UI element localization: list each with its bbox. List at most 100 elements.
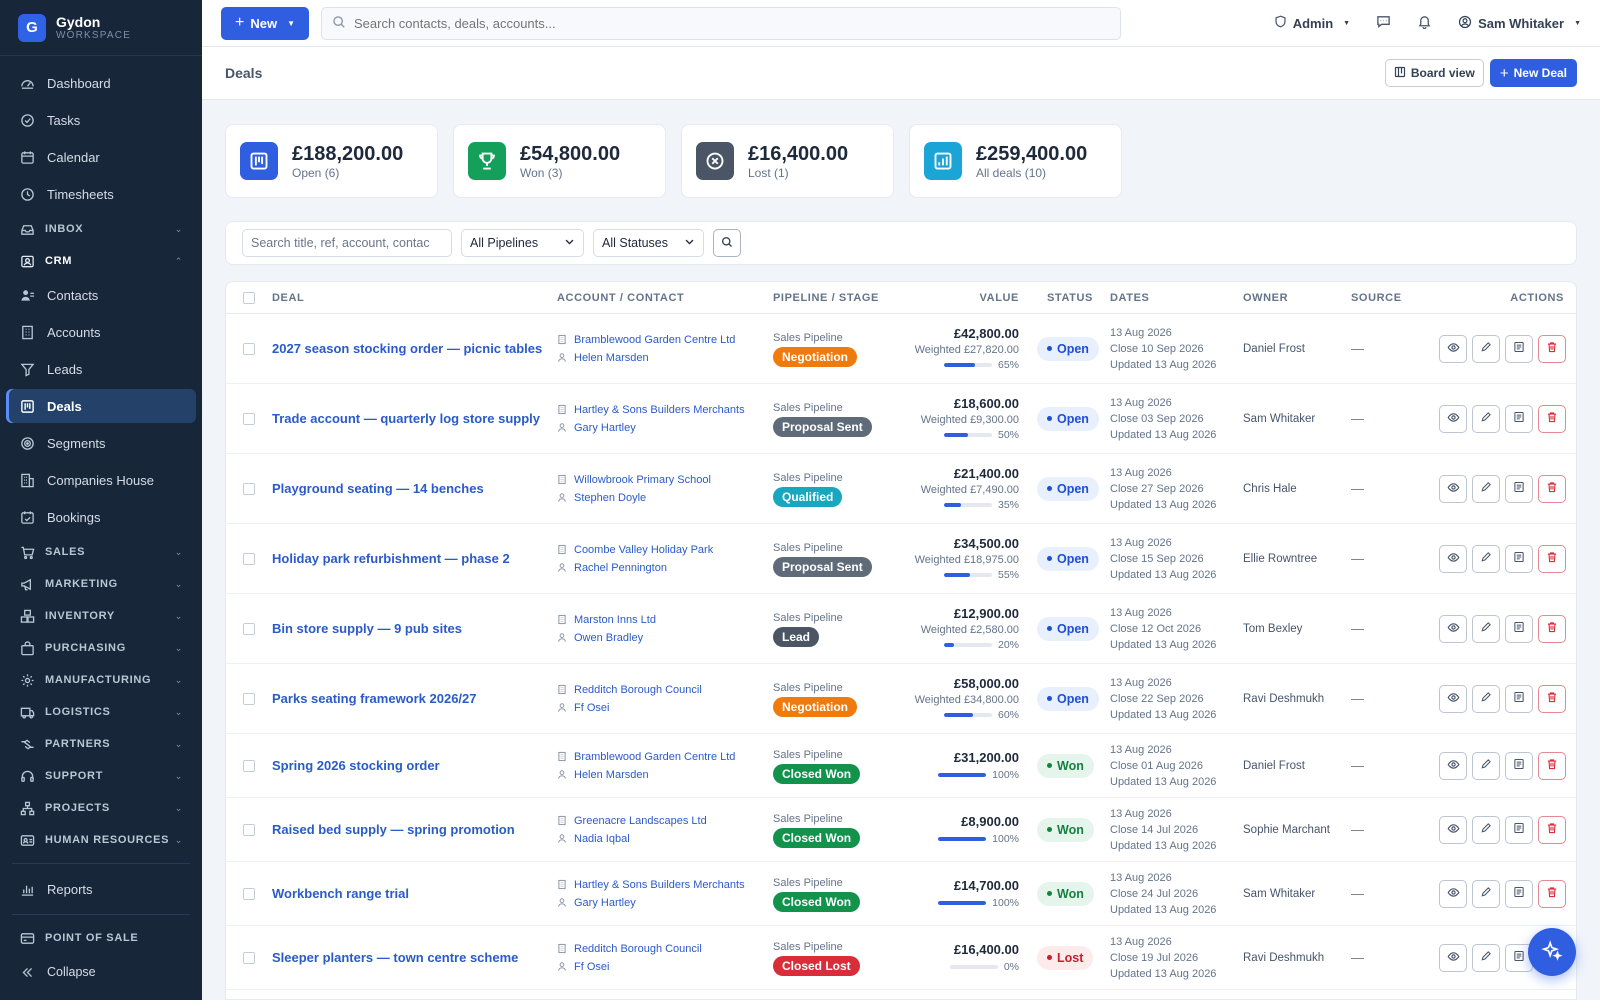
edit-button[interactable] — [1472, 879, 1500, 908]
row-checkbox[interactable] — [243, 759, 255, 772]
col-value[interactable]: VALUE — [903, 292, 1023, 304]
role-switcher[interactable]: Admin ▼ — [1274, 15, 1350, 31]
document-button[interactable] — [1505, 334, 1533, 363]
row-checkbox[interactable] — [243, 692, 255, 705]
stat-card-won[interactable]: £54,800.00 Won (3) — [453, 124, 666, 198]
document-button[interactable] — [1505, 614, 1533, 643]
deal-title-link[interactable]: Trade account — quarterly log store supp… — [272, 411, 540, 426]
document-button[interactable] — [1505, 474, 1533, 503]
row-checkbox[interactable] — [243, 951, 255, 964]
sidebar-collapse-button[interactable]: Collapse — [6, 955, 196, 989]
col-deal[interactable]: DEAL — [272, 292, 557, 304]
table-row[interactable]: Raised bed supply — spring promotion Gre… — [226, 798, 1576, 862]
table-row[interactable]: Bin store supply — 9 pub sites Marston I… — [226, 594, 1576, 664]
row-checkbox[interactable] — [243, 552, 255, 565]
sidebar-item-dashboard[interactable]: Dashboard — [6, 66, 196, 100]
contact-link[interactable]: Gary Hartley — [574, 894, 636, 912]
col-account[interactable]: ACCOUNT / CONTACT — [557, 292, 773, 304]
row-checkbox[interactable] — [243, 823, 255, 836]
sidebar-item-contacts[interactable]: Contacts — [6, 278, 196, 312]
global-search[interactable] — [321, 6, 1121, 40]
delete-button[interactable] — [1538, 334, 1566, 363]
bell-icon[interactable] — [1417, 14, 1432, 32]
deal-title-link[interactable]: Playground seating — 14 benches — [272, 481, 484, 496]
document-button[interactable] — [1505, 684, 1533, 713]
board-view-button[interactable]: Board view — [1384, 59, 1484, 87]
view-button[interactable] — [1439, 544, 1467, 573]
deal-title-link[interactable]: Raised bed supply — spring promotion — [272, 822, 515, 837]
account-link[interactable]: Marston Inns Ltd — [574, 611, 656, 629]
view-button[interactable] — [1439, 334, 1467, 363]
contact-link[interactable]: Ff Osei — [574, 958, 609, 976]
account-link[interactable]: Redditch Borough Council — [574, 940, 702, 958]
deal-title-link[interactable]: Parks seating framework 2026/27 — [272, 691, 477, 706]
account-link[interactable]: Willowbrook Primary School — [574, 471, 711, 489]
document-button[interactable] — [1505, 879, 1533, 908]
table-row[interactable]: Workbench range trial Hartley & Sons Bui… — [226, 862, 1576, 926]
contact-link[interactable]: Owen Bradley — [574, 629, 643, 647]
col-owner[interactable]: OWNER — [1243, 292, 1351, 304]
sidebar-item-tasks[interactable]: Tasks — [6, 103, 196, 137]
col-source[interactable]: SOURCE — [1351, 292, 1431, 304]
row-checkbox[interactable] — [243, 887, 255, 900]
account-link[interactable]: Coombe Valley Holiday Park — [574, 541, 713, 559]
col-dates[interactable]: DATES — [1110, 292, 1243, 304]
edit-button[interactable] — [1472, 474, 1500, 503]
stat-card-open[interactable]: £188,200.00 Open (6) — [225, 124, 438, 198]
new-deal-button[interactable]: + New Deal — [1489, 59, 1577, 87]
delete-button[interactable] — [1538, 404, 1566, 433]
row-checkbox[interactable] — [243, 622, 255, 635]
view-button[interactable] — [1439, 815, 1467, 844]
delete-button[interactable] — [1538, 474, 1566, 503]
view-button[interactable] — [1439, 614, 1467, 643]
view-button[interactable] — [1439, 404, 1467, 433]
sidebar-group-support[interactable]: SUPPORT ⌄ — [6, 761, 196, 791]
sidebar-group-purchasing[interactable]: PURCHASING ⌄ — [6, 633, 196, 663]
row-checkbox[interactable] — [243, 342, 255, 355]
messages-icon[interactable] — [1376, 14, 1391, 32]
col-pipeline[interactable]: PIPELINE / STAGE — [773, 292, 903, 304]
table-row[interactable]: Playground seating — 14 benches Willowbr… — [226, 454, 1576, 524]
table-row[interactable]: Spring 2026 stocking order Bramblewood G… — [226, 734, 1576, 798]
sidebar-item-leads[interactable]: Leads — [6, 352, 196, 386]
user-menu[interactable]: Sam Whitaker ▼ — [1458, 15, 1581, 32]
edit-button[interactable] — [1472, 334, 1500, 363]
account-link[interactable]: Hartley & Sons Builders Merchants — [574, 876, 745, 894]
view-button[interactable] — [1439, 943, 1467, 972]
stat-card-lost[interactable]: £16,400.00 Lost (1) — [681, 124, 894, 198]
table-row[interactable]: Parks seating framework 2026/27 Redditch… — [226, 664, 1576, 734]
row-checkbox[interactable] — [243, 482, 255, 495]
sidebar-item-accounts[interactable]: Accounts — [6, 315, 196, 349]
delete-button[interactable] — [1538, 815, 1566, 844]
row-checkbox[interactable] — [243, 412, 255, 425]
table-row[interactable]: Holiday park refurbishment — phase 2 Coo… — [226, 524, 1576, 594]
deal-title-link[interactable]: Holiday park refurbishment — phase 2 — [272, 551, 510, 566]
account-link[interactable]: Bramblewood Garden Centre Ltd — [574, 748, 735, 766]
new-button[interactable]: + New ▼ — [221, 6, 309, 40]
stat-card-all[interactable]: £259,400.00 All deals (10) — [909, 124, 1122, 198]
sidebar-item-companies-house[interactable]: Companies House — [6, 463, 196, 497]
contact-link[interactable]: Helen Marsden — [574, 349, 649, 367]
document-button[interactable] — [1505, 815, 1533, 844]
account-link[interactable]: Hartley & Sons Builders Merchants — [574, 401, 745, 419]
deal-search-input[interactable] — [242, 229, 452, 257]
sidebar-group-human-resources[interactable]: HUMAN RESOURCES ⌄ — [6, 825, 196, 855]
contact-link[interactable]: Nadia Iqbal — [574, 830, 630, 848]
delete-button[interactable] — [1538, 544, 1566, 573]
filter-search-button[interactable] — [713, 229, 741, 257]
contact-link[interactable]: Gary Hartley — [574, 419, 636, 437]
status-select[interactable]: All Statuses — [593, 229, 704, 257]
sidebar-item-bookings[interactable]: Bookings — [6, 500, 196, 534]
account-link[interactable]: Redditch Borough Council — [574, 681, 702, 699]
contact-link[interactable]: Rachel Pennington — [574, 559, 667, 577]
table-row[interactable]: 2027 season stocking order — picnic tabl… — [226, 314, 1576, 384]
pipeline-select[interactable]: All Pipelines — [461, 229, 584, 257]
col-status[interactable]: STATUS — [1023, 292, 1110, 304]
deal-title-link[interactable]: Spring 2026 stocking order — [272, 758, 440, 773]
brand[interactable]: G Gydon WORKSPACE — [0, 0, 202, 56]
delete-button[interactable] — [1538, 684, 1566, 713]
edit-button[interactable] — [1472, 404, 1500, 433]
select-all-checkbox[interactable] — [243, 291, 255, 304]
sidebar-group-inbox[interactable]: INBOX ⌄ — [6, 214, 196, 244]
account-link[interactable]: Bramblewood Garden Centre Ltd — [574, 331, 735, 349]
